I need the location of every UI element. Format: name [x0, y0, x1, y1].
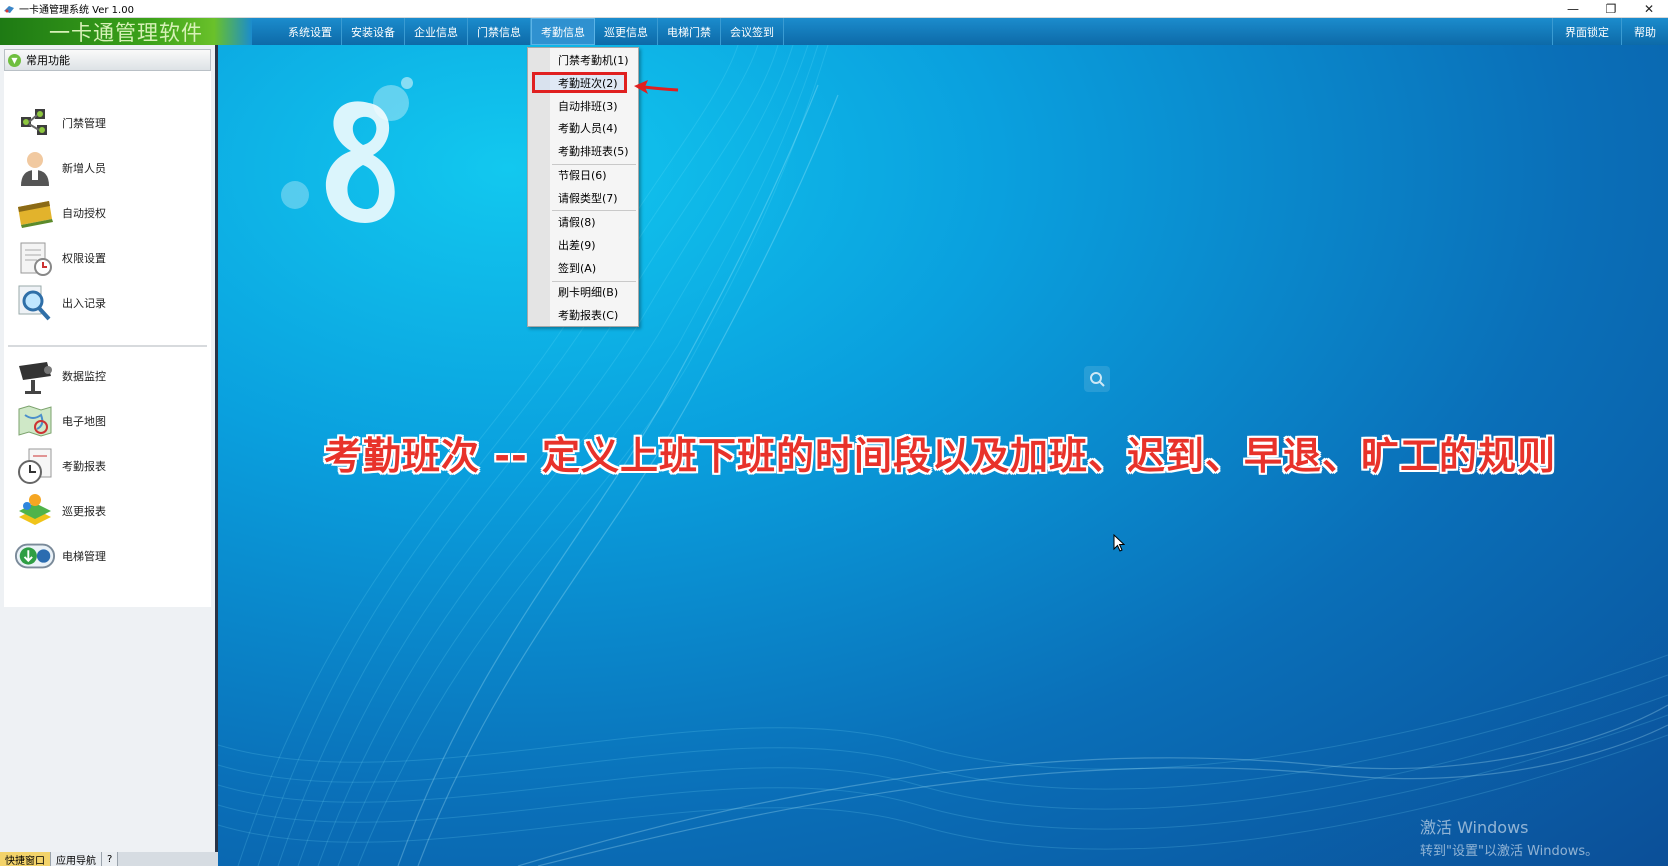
sidebar-header-label: 常用功能 — [26, 54, 70, 67]
watermark-title: 激活 Windows — [1420, 818, 1529, 837]
sidebar-item-label: 电梯管理 — [62, 550, 106, 563]
sidebar-item-auto-auth[interactable]: 自动授权 — [14, 191, 106, 235]
sidebar-item-label: 门禁管理 — [62, 117, 106, 130]
menu-meeting-checkin[interactable]: 会议签到 — [721, 18, 784, 45]
menu-item-attendance-report[interactable]: 考勤报表(C) — [558, 306, 618, 324]
menu-bar: 一卡通管理软件 系统设置 安装设备 企业信息 门禁信息 考勤信息 巡更信息 电梯… — [0, 18, 1668, 45]
menu-item-swipe-details[interactable]: 刷卡明细(B) — [558, 283, 618, 301]
record-search-icon — [14, 282, 56, 324]
attendance-report-icon — [14, 445, 56, 487]
sidebar-item-permission[interactable]: 权限设置 — [14, 236, 106, 280]
person-add-icon — [14, 147, 56, 189]
minimize-button[interactable]: — — [1554, 0, 1592, 18]
attendance-dropdown-menu: 门禁考勤机(1) 考勤班次(2) 自动排班(3) 考勤人员(4) 考勤排班表(5… — [527, 47, 639, 327]
sidebar-item-label: 考勤报表 — [62, 460, 106, 473]
menu-attendance-info[interactable]: 考勤信息 — [531, 18, 595, 45]
map-icon — [14, 400, 56, 442]
sidebar-item-attendance-report[interactable]: 考勤报表 — [14, 444, 106, 488]
sidebar-divider — [8, 345, 207, 347]
window-controls: — ❐ ✕ — [1554, 0, 1668, 18]
menu-separator — [552, 210, 636, 211]
brand-title: 一卡通管理软件 — [49, 20, 203, 45]
sidebar-item-label: 权限设置 — [62, 252, 106, 265]
watermark-subtitle: 转到"设置"以激活 Windows。 — [1420, 844, 1599, 859]
sidebar-item-e-map[interactable]: 电子地图 — [14, 399, 106, 443]
menu-item-auto-schedule[interactable]: 自动排班(3) — [558, 97, 618, 115]
sidebar: ▼ 常用功能 门禁管理 新增人员 自动授权 权限设置 出入记录 数据监控 电子地… — [0, 45, 218, 866]
sidebar-item-patrol-report[interactable]: 巡更报表 — [14, 489, 106, 533]
menu-item-leave[interactable]: 请假(8) — [558, 213, 596, 231]
right-menu: 界面锁定 帮助 — [1552, 18, 1668, 45]
sidebar-item-label: 新增人员 — [62, 162, 106, 175]
sidebar-item-add-person[interactable]: 新增人员 — [14, 146, 106, 190]
sidebar-header[interactable]: ▼ 常用功能 — [4, 49, 211, 71]
menu-item-business-trip[interactable]: 出差(9) — [558, 236, 596, 254]
brand-banner: 一卡通管理软件 — [0, 18, 252, 45]
sidebar-item-label: 巡更报表 — [62, 505, 106, 518]
sidebar-item-data-monitor[interactable]: 数据监控 — [14, 354, 106, 398]
camera-monitor-icon — [14, 355, 56, 397]
tab-help[interactable]: ? — [102, 852, 119, 866]
mouse-cursor-icon — [1113, 534, 1125, 552]
menu-lock-screen[interactable]: 界面锁定 — [1552, 18, 1621, 45]
windows-activation-watermark: 激活 Windows 转到"设置"以激活 Windows。 — [1420, 814, 1598, 859]
main-canvas: 考勤班次 -- 定义上班下班的时间段以及加班、迟到、早退、旷工的规则 激活 Wi… — [218, 45, 1668, 866]
tab-quick-window[interactable]: 快捷窗口 — [0, 852, 51, 866]
restore-button[interactable]: ❐ — [1592, 0, 1630, 18]
close-button[interactable]: ✕ — [1630, 0, 1668, 18]
title-bar: 一卡通管理系统 Ver 1.00 — ❐ ✕ — [0, 0, 1668, 18]
sidebar-item-label: 出入记录 — [62, 297, 106, 310]
menu-patrol-info[interactable]: 巡更信息 — [595, 18, 658, 45]
window-title: 一卡通管理系统 Ver 1.00 — [19, 5, 134, 16]
sidebar-item-label: 电子地图 — [62, 415, 106, 428]
menu-item-attendance-staff[interactable]: 考勤人员(4) — [558, 119, 618, 137]
menu-item-attendance-machine[interactable]: 门禁考勤机(1) — [558, 51, 629, 69]
sidebar-item-access-records[interactable]: 出入记录 — [14, 281, 106, 325]
sidebar-item-label: 数据监控 — [62, 370, 106, 383]
tutorial-caption: 考勤班次 -- 定义上班下班的时间段以及加班、迟到、早退、旷工的规则 — [324, 434, 1557, 478]
patrol-report-icon — [14, 490, 56, 532]
menu-elevator-access[interactable]: 电梯门禁 — [658, 18, 721, 45]
menu-enterprise-info[interactable]: 企业信息 — [405, 18, 468, 45]
logo-8-graphic — [281, 77, 413, 223]
app-icon — [4, 5, 14, 13]
menu-item-schedule-table[interactable]: 考勤排班表(5) — [558, 142, 629, 160]
permission-icon — [14, 237, 56, 279]
menu-item-sign-in[interactable]: 签到(A) — [558, 259, 596, 277]
menu-item-leave-types[interactable]: 请假类型(7) — [558, 189, 618, 207]
menu-system-settings[interactable]: 系统设置 — [279, 18, 342, 45]
menu-access-info[interactable]: 门禁信息 — [468, 18, 531, 45]
menu-item-holidays[interactable]: 节假日(6) — [558, 166, 607, 184]
menu-separator — [552, 281, 636, 282]
elevator-icon — [14, 535, 56, 577]
sidebar-item-elevator[interactable]: 电梯管理 — [14, 534, 106, 578]
sidebar-panel: 门禁管理 新增人员 自动授权 权限设置 出入记录 数据监控 电子地图 考勤报表 … — [4, 71, 211, 607]
sidebar-item-label: 自动授权 — [62, 207, 106, 220]
door-access-icon — [14, 102, 56, 144]
menu-separator — [552, 164, 636, 165]
menu-install-devices[interactable]: 安装设备 — [342, 18, 405, 45]
menu-help[interactable]: 帮助 — [1621, 18, 1668, 45]
bottom-tabs: 快捷窗口 应用导航 ? — [0, 852, 218, 866]
menu-item-attendance-shift[interactable]: 考勤班次(2) — [558, 74, 618, 92]
red-arrow-icon — [634, 80, 679, 94]
tab-app-navigation[interactable]: 应用导航 — [51, 852, 102, 866]
sidebar-item-door-access[interactable]: 门禁管理 — [14, 101, 106, 145]
collapse-icon[interactable]: ▼ — [8, 53, 21, 67]
main-menu: 系统设置 安装设备 企业信息 门禁信息 考勤信息 巡更信息 电梯门禁 会议签到 — [279, 18, 784, 45]
search-icon[interactable] — [1084, 366, 1110, 392]
card-auth-icon — [14, 192, 56, 234]
